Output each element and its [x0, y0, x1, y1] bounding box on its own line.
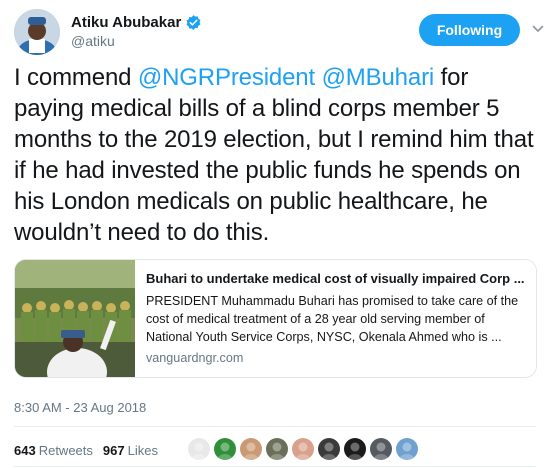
likes-label: Likes — [127, 442, 158, 458]
author-avatar[interactable] — [14, 9, 60, 55]
retweets-count: 643 — [14, 442, 36, 458]
likes-stat[interactable]: 967 Likes — [103, 443, 158, 458]
likers-avatar-list — [188, 437, 422, 461]
liker-avatar-icon[interactable] — [370, 438, 392, 460]
liker-avatar-icon[interactable] — [266, 438, 288, 460]
card-description: PRESIDENT Muhammadu Buhari has promised … — [146, 294, 519, 344]
tweet: Atiku Abubakar @atiku Following I commen… — [0, 0, 550, 468]
tweet-timestamp[interactable]: 8:30 AM - 23 Aug 2018 — [14, 400, 146, 415]
card-body: Buhari to undertake medical cost of visu… — [135, 260, 536, 377]
liker-avatar-icon[interactable] — [240, 438, 262, 460]
likes-count: 967 — [102, 442, 125, 458]
tweet-text: I commend @NGRPresident @MBuhari for pay… — [14, 62, 544, 248]
card-title: Buhari to undertake medical cost of visu… — [146, 271, 525, 286]
liker-avatar-icon[interactable] — [318, 438, 340, 460]
liker-avatar-icon[interactable] — [396, 438, 418, 460]
author-handle[interactable]: @atiku — [71, 33, 115, 49]
tweet-text-segment: I commend — [14, 64, 138, 91]
engagement-stats: 643 Retweets 967 Likes — [14, 440, 168, 460]
liker-avatar-icon[interactable] — [344, 438, 366, 460]
retweets-label: Retweets — [38, 442, 93, 458]
author-name-row: Atiku Abubakar — [71, 12, 202, 32]
link-preview-card[interactable]: Buhari to undertake medical cost of visu… — [14, 259, 537, 378]
author-name[interactable]: Atiku Abubakar — [71, 14, 181, 31]
verified-badge-icon — [185, 14, 202, 31]
divider — [14, 466, 536, 467]
following-button[interactable]: Following — [419, 14, 520, 46]
mention-link-mbuhari[interactable]: @MBuhari — [322, 64, 435, 91]
card-domain: vanguardngr.com — [146, 351, 244, 365]
chevron-down-icon[interactable] — [531, 22, 545, 36]
card-thumbnail-image — [15, 260, 135, 377]
mention-link-ngrpresident[interactable]: @NGRPresident — [138, 64, 315, 91]
author-avatar-icon — [14, 9, 60, 55]
tweet-text-segment: for paying medical bills of a blind corp… — [14, 64, 534, 246]
liker-avatar-icon[interactable] — [188, 438, 210, 460]
divider — [14, 426, 536, 427]
liker-avatar-icon[interactable] — [292, 438, 314, 460]
retweets-stat[interactable]: 643 Retweets — [14, 443, 93, 458]
liker-avatar-icon[interactable] — [214, 438, 236, 460]
